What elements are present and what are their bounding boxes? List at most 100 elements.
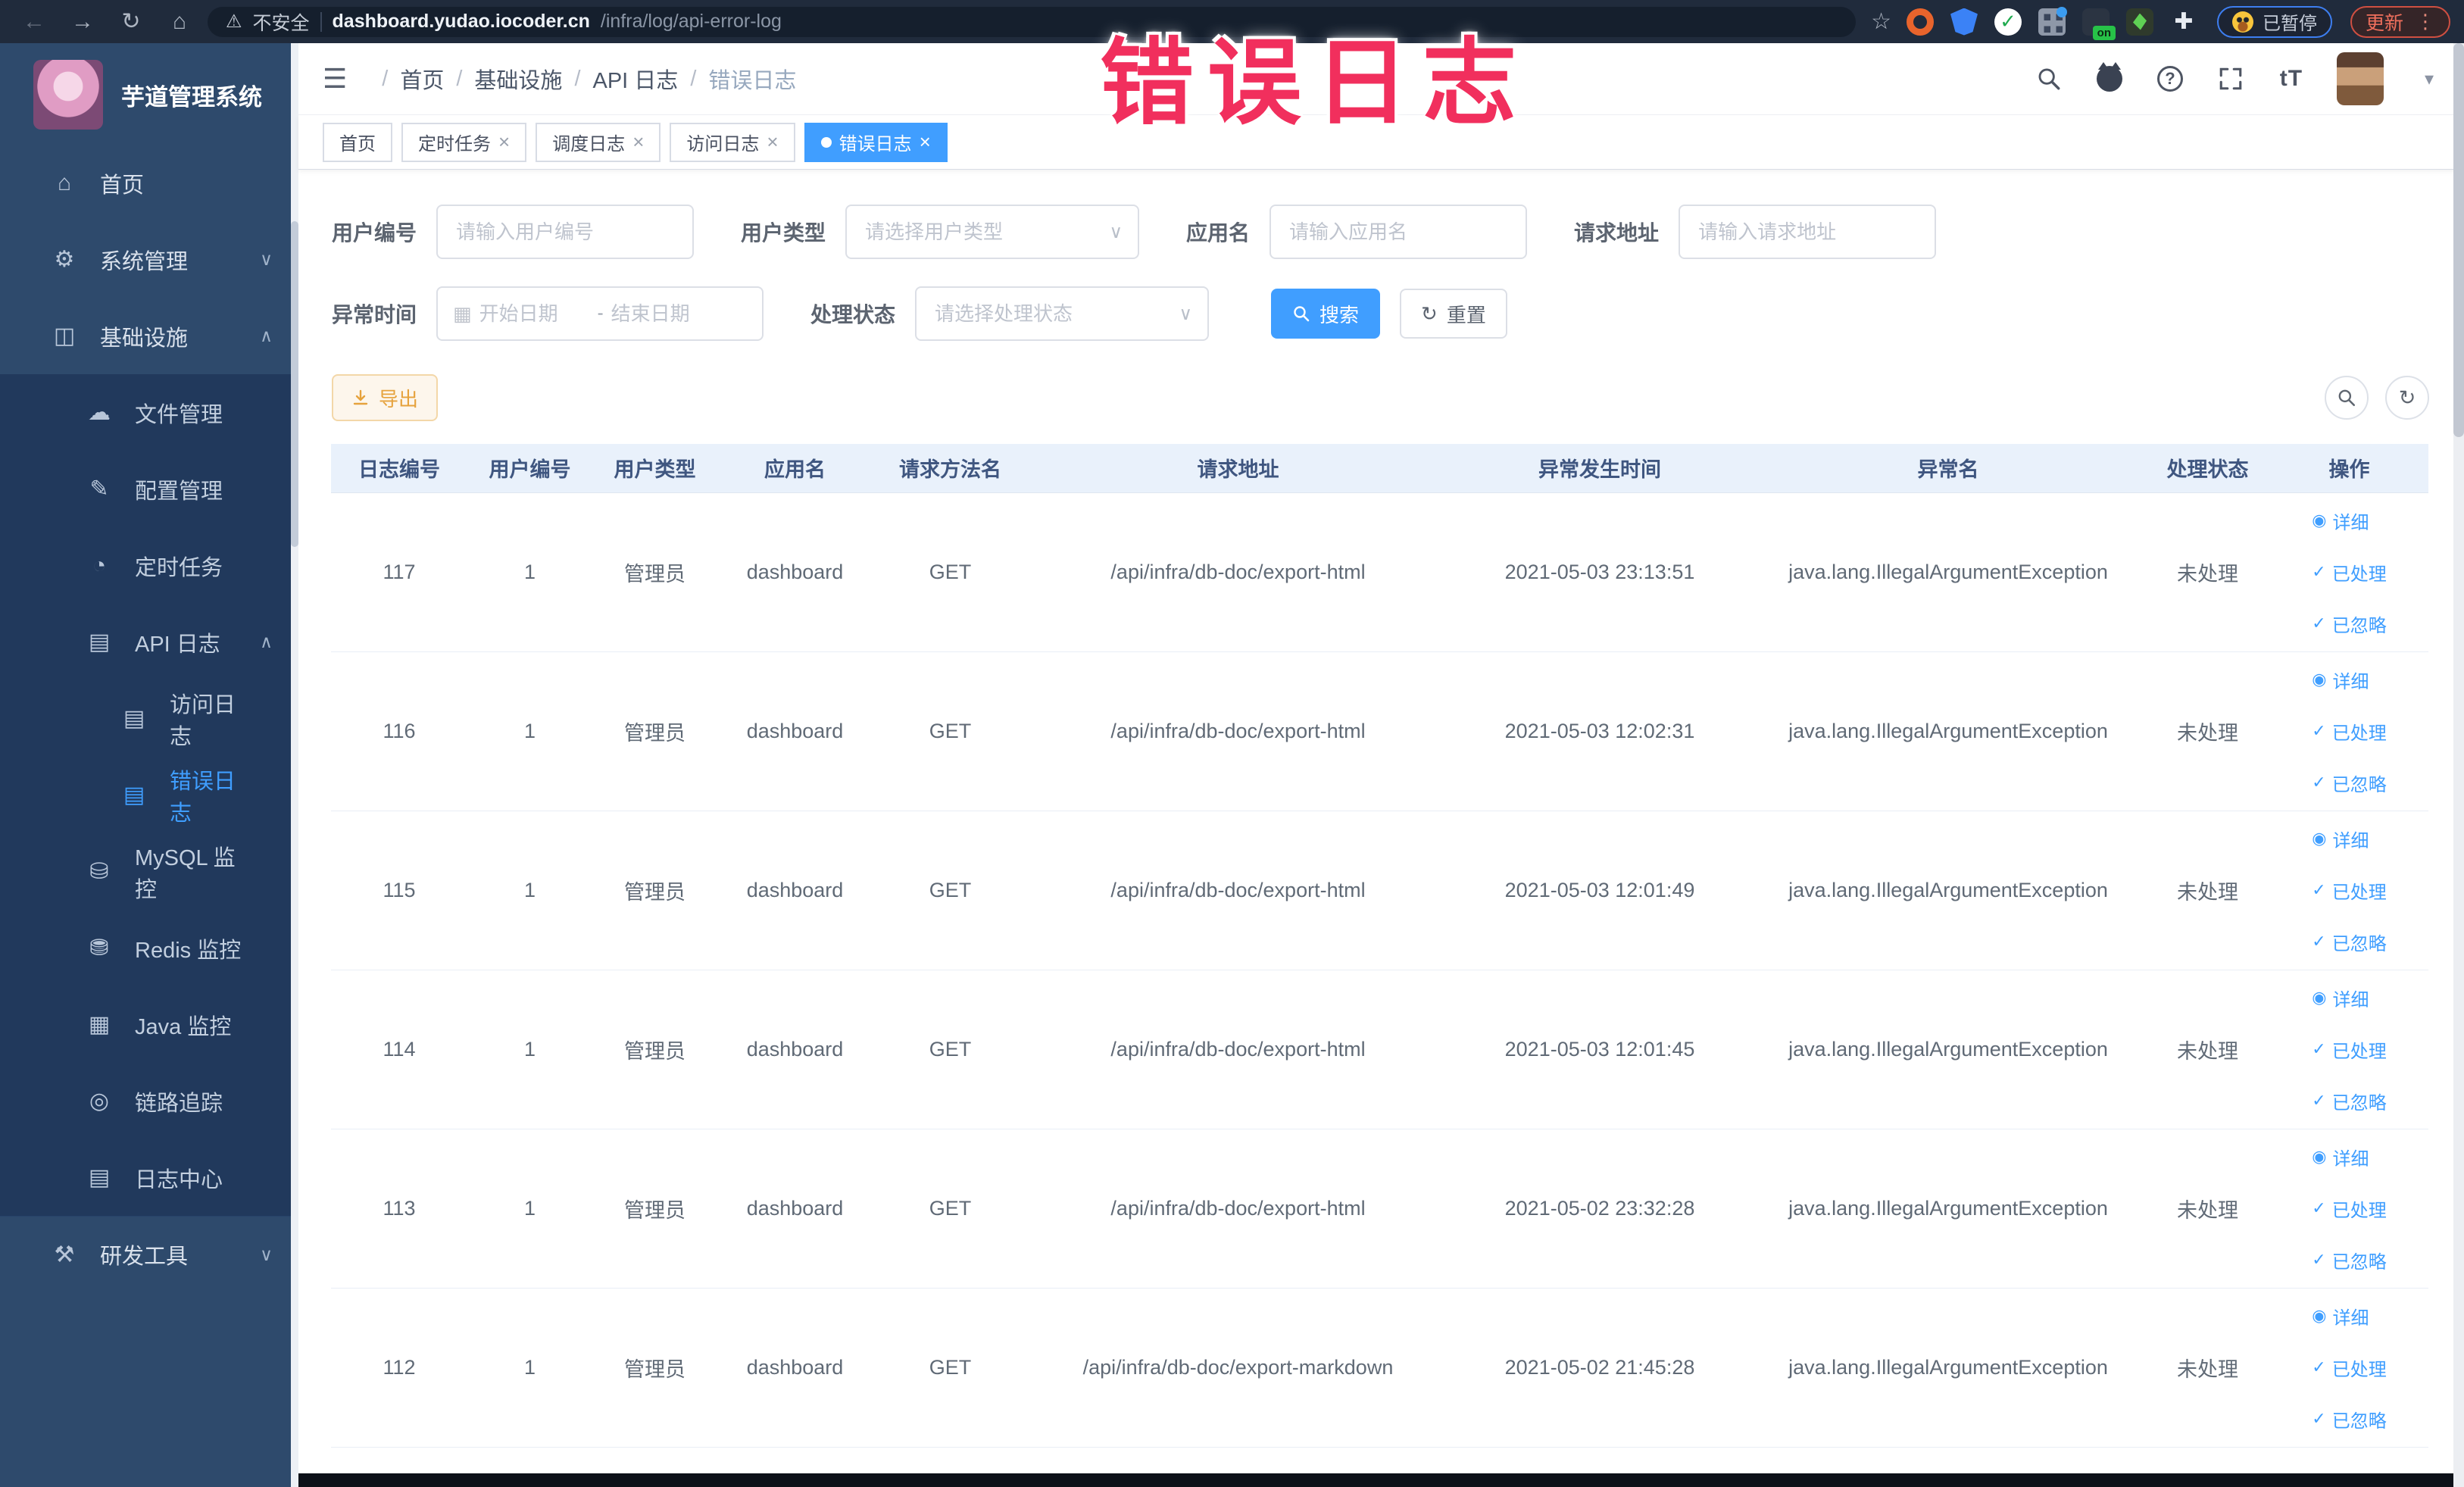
ignored-action-link[interactable]: ✓ 已忽略 — [2312, 1075, 2386, 1126]
reset-button[interactable]: ↻ 重置 — [1400, 289, 1507, 339]
sidebar-item[interactable]: ☁ 文件管理 — [0, 374, 298, 451]
start-date-input[interactable] — [479, 291, 590, 336]
user-type-select[interactable] — [845, 205, 1140, 259]
browser-update-button[interactable]: 更新 ⋮ — [2350, 5, 2450, 38]
search-button[interactable]: 搜索 — [1271, 289, 1381, 339]
hamburger-icon[interactable]: ☰ — [323, 63, 347, 95]
page-tab[interactable]: 首页 × — [323, 122, 392, 162]
processed-action-link[interactable]: ✓ 已处理 — [2312, 1182, 2386, 1234]
ignored-action-link[interactable]: ✓ 已忽略 — [2312, 1393, 2386, 1445]
page-tab[interactable]: 错误日志 × — [804, 122, 948, 162]
profile-paused-button[interactable]: 已暂停 — [2216, 5, 2332, 38]
breadcrumb-item[interactable]: 首页 — [400, 63, 444, 95]
emoji-face-icon — [2231, 11, 2253, 33]
sidebar-item[interactable]: ◎ 链路追踪 — [0, 1063, 298, 1139]
detail-action-link[interactable]: ◉ 详细 — [2312, 1131, 2386, 1182]
browser-menu-icon[interactable]: ⋮ — [2416, 10, 2435, 33]
user-type-label: 用户类型 — [741, 221, 826, 245]
sidebar-item[interactable]: ⛃ Redis 监控 — [0, 910, 298, 986]
page-scrollbar-thumb[interactable] — [2453, 43, 2464, 437]
breadcrumb-item[interactable]: 错误日志 — [708, 63, 796, 95]
sidebar-scrollbar-thumb[interactable] — [291, 221, 298, 547]
breadcrumb-item[interactable]: 基础设施 — [474, 63, 562, 95]
filter-exception-time: 异常时间 ▦ - — [332, 286, 764, 341]
sidebar-item-label: 文件管理 — [135, 402, 223, 427]
status-cell: 未处理 — [2145, 651, 2270, 811]
refresh-table-button[interactable]: ↻ — [2385, 376, 2429, 420]
detail-action-link[interactable]: ◉ 详细 — [2312, 813, 2386, 864]
check-icon: ✓ — [2312, 1409, 2326, 1428]
extension-green-check-icon[interactable]: ✓ — [1994, 8, 2022, 36]
detail-action-link[interactable]: ◉ 详细 — [2312, 495, 2386, 546]
ignored-action-link[interactable]: ✓ 已忽略 — [2312, 757, 2386, 808]
app-name-input[interactable] — [1269, 205, 1528, 259]
extension-switch-icon[interactable]: on — [2081, 8, 2116, 40]
sidebar-item[interactable]: ▤ 日志中心 — [0, 1139, 298, 1216]
sidebar-item-label: Java 监控 — [135, 1014, 232, 1039]
sidebar-item[interactable]: ◔ 定时任务 — [0, 527, 298, 604]
annotation-error-log: 错误日志 — [1100, 31, 1531, 136]
browser-home-icon[interactable]: ⌂ — [159, 9, 200, 35]
detail-action-link[interactable]: ◉ 详细 — [2312, 972, 2386, 1023]
end-date-input[interactable] — [611, 291, 722, 336]
page-tab[interactable]: 访问日志 × — [670, 122, 795, 162]
detail-action-link[interactable]: ◉ 详细 — [2312, 654, 2386, 705]
extension-orange-ring-icon[interactable] — [1906, 8, 1934, 36]
process-status-select[interactable] — [915, 286, 1210, 341]
close-tab-icon[interactable]: × — [767, 130, 778, 154]
search-icon[interactable] — [2034, 64, 2064, 94]
browser-reload-icon[interactable]: ↻ — [111, 8, 151, 35]
hide-search-button[interactable] — [2325, 376, 2369, 420]
breadcrumb-item[interactable]: API 日志 — [593, 63, 679, 95]
app-logo-row[interactable]: 芋道管理系统 — [0, 43, 298, 145]
page-tab[interactable]: 定时任务 × — [401, 122, 527, 162]
processed-action-link[interactable]: ✓ 已处理 — [2312, 1342, 2386, 1393]
detail-action-link[interactable]: ◉ 详细 — [2312, 1290, 2386, 1342]
github-icon[interactable] — [2094, 62, 2125, 94]
java-icon: ▦ — [88, 1012, 111, 1037]
close-tab-icon[interactable]: × — [498, 130, 510, 154]
sidebar-item[interactable]: ⚙ 系统管理 ∨ — [0, 221, 298, 298]
extension-leaf-icon[interactable] — [2125, 8, 2153, 36]
user-avatar[interactable] — [2336, 52, 2384, 105]
address-bar[interactable]: ⚠ 不安全 dashboard.yudao.iocoder.cn/infra/l… — [208, 6, 1857, 37]
help-icon[interactable]: ? — [2155, 64, 2185, 94]
sidebar-item[interactable]: ▦ Java 监控 — [0, 986, 298, 1063]
processed-action-link[interactable]: ✓ 已处理 — [2312, 546, 2386, 598]
close-tab-icon[interactable]: × — [632, 130, 644, 154]
processed-action-link[interactable]: ✓ 已处理 — [2312, 1023, 2386, 1075]
sidebar-item[interactable]: ▤ 错误日志 — [0, 757, 298, 833]
breadcrumb-separator: / — [574, 66, 581, 91]
security-label[interactable]: 不安全 — [253, 8, 310, 36]
ignored-action-link[interactable]: ✓ 已忽略 — [2312, 1234, 2386, 1286]
sidebar-item[interactable]: ⌂ 首页 — [0, 145, 298, 221]
request-url-input[interactable] — [1679, 205, 1937, 259]
sidebar-item[interactable]: ⚒ 研发工具 ∨ — [0, 1216, 298, 1292]
font-size-icon[interactable]: tT — [2276, 64, 2306, 94]
sidebar-item[interactable]: ⛁ MySQL 监控 — [0, 833, 298, 910]
bookmark-star-icon[interactable]: ☆ — [1871, 8, 1891, 35]
date-range-picker[interactable]: ▦ - — [436, 286, 764, 341]
extension-shield-icon[interactable] — [1950, 8, 1978, 36]
avatar-caret-icon[interactable]: ▾ — [2425, 68, 2434, 90]
fullscreen-icon[interactable] — [2216, 64, 2246, 94]
processed-action-link[interactable]: ✓ 已处理 — [2312, 705, 2386, 757]
user-type-cell: 管理员 — [592, 651, 717, 811]
ignored-action-link[interactable]: ✓ 已忽略 — [2312, 598, 2386, 649]
browser-forward-icon[interactable]: → — [62, 9, 103, 35]
processed-action-link[interactable]: ✓ 已处理 — [2312, 864, 2386, 916]
user-id-input[interactable] — [436, 205, 695, 259]
ignored-action-link[interactable]: ✓ 已忽略 — [2312, 916, 2386, 967]
extension-grid-icon[interactable] — [2038, 6, 2067, 36]
user-id-cell: 1 — [467, 970, 592, 1129]
page-tab[interactable]: 调度日志 × — [536, 122, 661, 162]
extensions-puzzle-icon[interactable]: ✚ — [2170, 8, 2197, 36]
close-tab-icon[interactable]: × — [920, 130, 931, 154]
sidebar-item[interactable]: ▤ API 日志 ∧ — [0, 604, 298, 680]
export-button[interactable]: 导出 — [332, 374, 439, 421]
sidebar-item[interactable]: ✎ 配置管理 — [0, 451, 298, 527]
sidebar-item[interactable]: ◫ 基础设施 ∧ — [0, 298, 298, 374]
browser-back-icon[interactable]: ← — [14, 9, 55, 35]
sidebar-item[interactable]: ▤ 访问日志 — [0, 680, 298, 757]
operations-cell: ◉ 详细 ✓ 已处理 ✓ 已忽略 — [2270, 1288, 2428, 1448]
